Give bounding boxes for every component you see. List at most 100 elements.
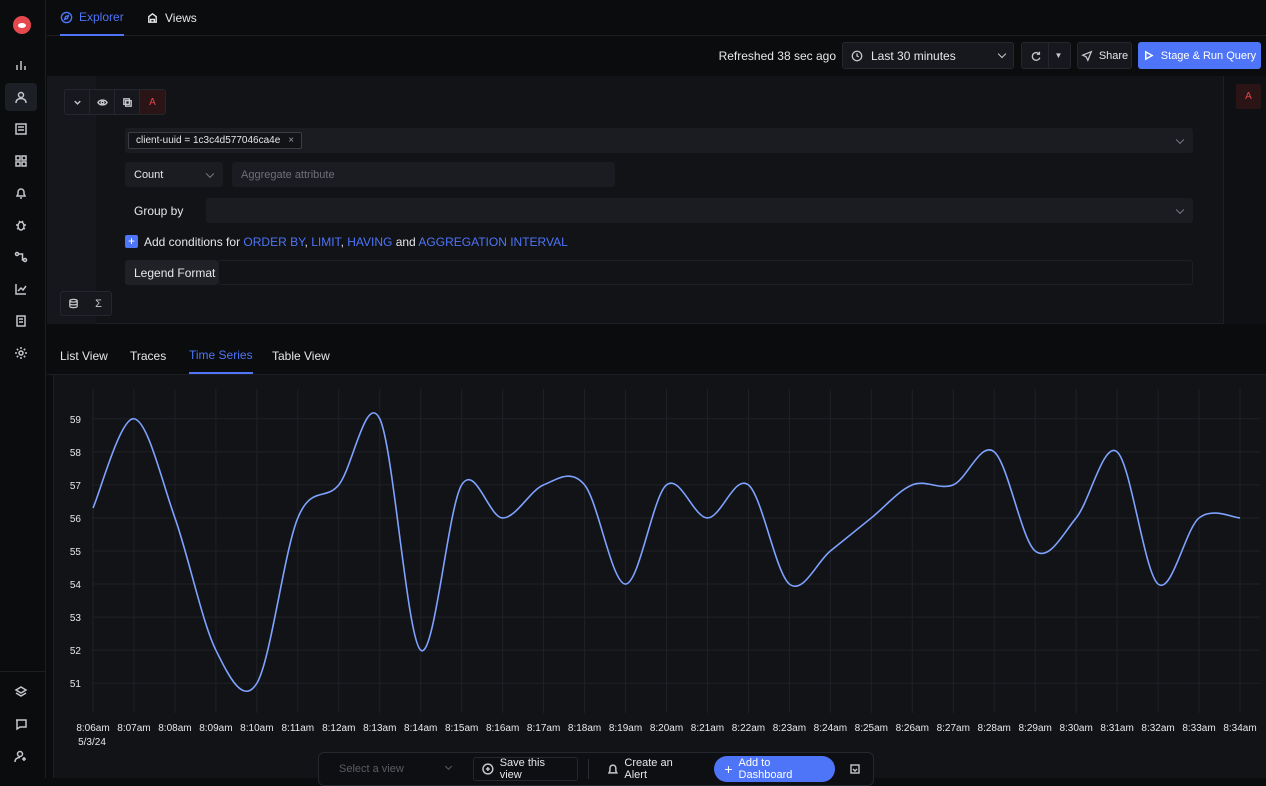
save-view-label: Save this view (500, 757, 569, 781)
x-tick-label: 8:20am (650, 723, 683, 734)
having-link[interactable]: HAVING (347, 235, 392, 249)
top-nav: Explorer Views (47, 0, 1266, 36)
add-to-dashboard-button[interactable]: + Add to Dashboard (714, 756, 835, 782)
divider (588, 759, 589, 779)
add-conditions-icon[interactable]: + (125, 235, 138, 248)
time-series-chart[interactable]: 5152535455565758598:06am8:07am8:08am8:09… (54, 375, 1266, 778)
clone-button[interactable] (115, 90, 140, 114)
x-tick-label: 8:10am (240, 723, 273, 734)
refresh-button[interactable]: ▼ (1021, 42, 1071, 69)
legend-format-input[interactable] (218, 260, 1193, 285)
order-by-link[interactable]: ORDER BY (243, 235, 304, 249)
filter-chip[interactable]: client-uuid = 1c3c4d577046ca4e × (128, 132, 302, 149)
query-letter[interactable]: A (140, 90, 165, 114)
save-view-button[interactable]: Save this view (473, 757, 578, 781)
tab-label: Views (165, 11, 197, 25)
tab-list-view[interactable]: List View (60, 338, 108, 374)
toggle-visibility-button[interactable] (90, 90, 115, 114)
aggregate-operator-select[interactable]: Count (125, 162, 223, 187)
create-alert-label: Create an Alert (624, 757, 696, 781)
add-query-button[interactable] (61, 292, 86, 315)
chevron-down-icon (1176, 135, 1184, 143)
filter-input[interactable]: client-uuid = 1c3c4d577046ca4e × (125, 128, 1193, 153)
chevron-down-icon (206, 169, 214, 177)
sidebar-item-dashboards[interactable] (5, 147, 37, 175)
sidebar-item-invite[interactable] (5, 742, 37, 770)
close-icon[interactable]: × (288, 135, 294, 146)
aggregate-attribute-placeholder: Aggregate attribute (241, 169, 335, 181)
create-alert-button[interactable]: Create an Alert (599, 757, 705, 781)
stage-run-query-button[interactable]: Stage & Run Query (1138, 42, 1261, 69)
refreshed-status: Refreshed 38 sec ago (719, 49, 836, 63)
x-tick-label: 8:08am (158, 723, 191, 734)
x-tick-label: 8:14am (404, 723, 437, 734)
play-icon (1143, 50, 1154, 61)
x-tick-label: 8:32am (1141, 723, 1174, 734)
layers-icon (14, 685, 28, 699)
y-tick-label: 51 (70, 679, 82, 690)
chevron-down-icon (1176, 205, 1184, 213)
export-button[interactable] (845, 759, 865, 779)
user-plus-icon (14, 749, 28, 763)
conditions-and: and (396, 235, 416, 249)
tab-views[interactable]: Views (146, 0, 197, 36)
bar-chart-icon (14, 58, 28, 72)
y-tick-label: 57 (70, 481, 82, 492)
aggregation-interval-link[interactable]: AGGREGATION INTERVAL (418, 235, 567, 249)
export-icon (849, 763, 861, 775)
sidebar-item-getting-started[interactable] (5, 678, 37, 706)
sidebar-item-alerts[interactable] (5, 179, 37, 207)
share-button[interactable]: Share (1077, 42, 1132, 69)
query-toolbar: Refreshed 38 sec ago Last 30 minutes ▼ S… (47, 36, 1266, 76)
select-view-placeholder: Select a view (339, 763, 404, 775)
y-tick-label: 56 (70, 514, 82, 525)
time-range-select[interactable]: Last 30 minutes (842, 42, 1014, 69)
legend-format-label: Legend Format (134, 266, 215, 280)
select-view-dropdown[interactable]: Select a view (327, 757, 463, 781)
tab-table-view[interactable]: Table View (272, 338, 330, 374)
sidebar-item-logs[interactable] (5, 307, 37, 335)
x-tick-label: 8:12am (322, 723, 355, 734)
collapse-button[interactable] (65, 90, 90, 114)
tab-time-series[interactable]: Time Series (189, 338, 253, 374)
view-tabs: List View Traces Time Series Table View (47, 338, 1266, 375)
logo-icon[interactable] (13, 16, 31, 34)
limit-link[interactable]: LIMIT (311, 235, 340, 249)
query-letter-shortcut[interactable]: A (1236, 84, 1261, 109)
compass-icon (60, 11, 73, 24)
tab-explorer[interactable]: Explorer (60, 0, 124, 36)
sidebar-item-traces[interactable] (5, 115, 37, 143)
x-tick-label: 8:18am (568, 723, 601, 734)
sidebar-item-settings[interactable] (5, 339, 37, 367)
query-tools: A (64, 89, 166, 115)
x-tick-label: 8:22am (732, 723, 765, 734)
x-tick-label: 8:28am (978, 723, 1011, 734)
message-icon (14, 717, 28, 731)
group-by-select[interactable] (206, 198, 1193, 223)
eye-icon (97, 97, 108, 108)
sidebar-item-support[interactable] (5, 710, 37, 738)
aggregate-operator-value: Count (134, 169, 163, 181)
conditions-prefix: Add conditions for (144, 235, 240, 249)
caret-down-icon[interactable]: ▼ (1055, 51, 1063, 60)
tab-label: Explorer (79, 10, 124, 24)
time-range-label: Last 30 minutes (871, 49, 991, 63)
list-icon (14, 122, 28, 136)
sidebar-item-exceptions[interactable] (5, 211, 37, 239)
sidebar-item-pipelines[interactable] (5, 243, 37, 271)
query-builder: A client-uuid = 1c3c4d577046ca4e × Count… (47, 76, 1223, 324)
bell-icon (14, 186, 28, 200)
chevron-down-icon (72, 97, 83, 108)
x-tick-label: 8:19am (609, 723, 642, 734)
chevron-down-icon (445, 763, 452, 770)
chevron-down-icon (998, 50, 1006, 58)
refresh-icon (1030, 50, 1042, 62)
sidebar-item-home[interactable] (5, 51, 37, 79)
sidebar-item-metrics[interactable] (5, 275, 37, 303)
x-tick-label: 8:11am (282, 723, 315, 734)
aggregate-attribute-input[interactable]: Aggregate attribute (232, 162, 615, 187)
add-formula-button[interactable]: Σ (86, 292, 111, 315)
x-tick-label: 8:24am (814, 723, 847, 734)
tab-traces[interactable]: Traces (130, 338, 166, 374)
sidebar-item-services[interactable] (5, 83, 37, 111)
